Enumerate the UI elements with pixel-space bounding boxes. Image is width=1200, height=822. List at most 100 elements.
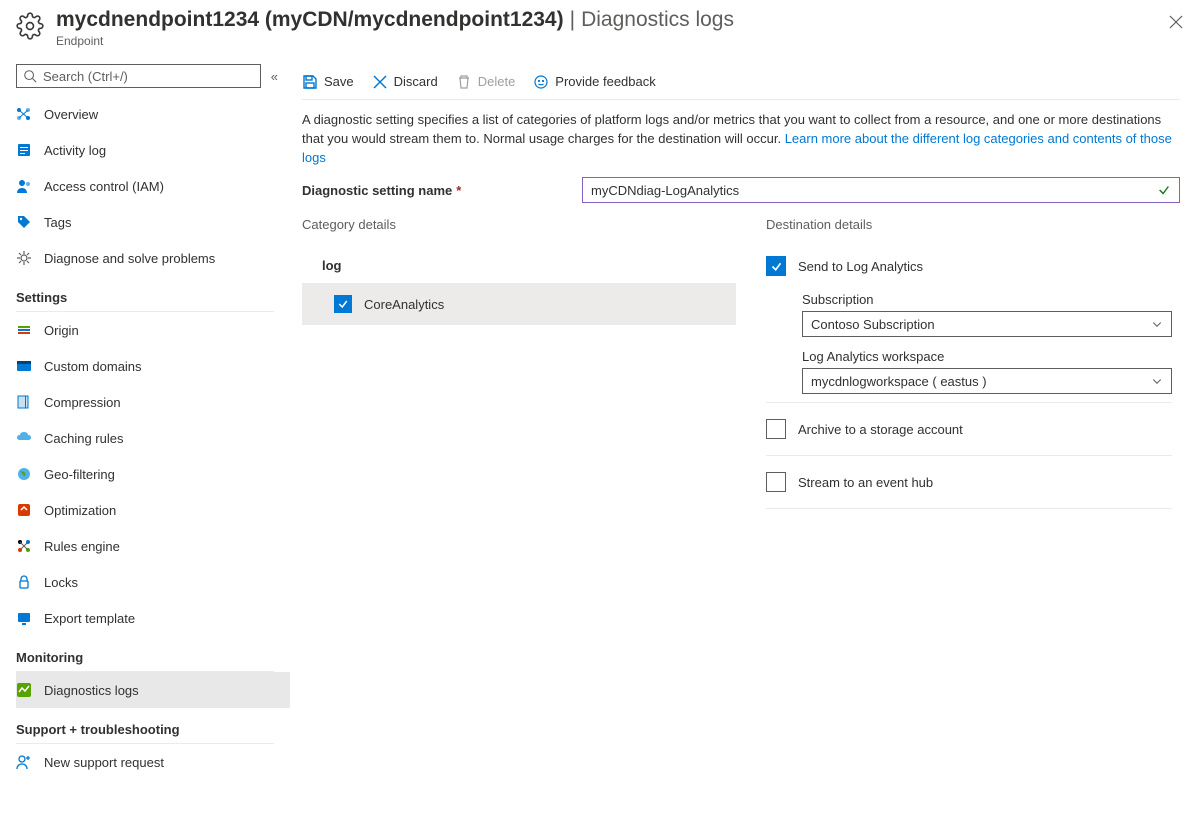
subscription-select[interactable]: Contoso Subscription — [802, 311, 1172, 337]
sidebar-item-diagnostics-logs[interactable]: Diagnostics logs — [16, 672, 290, 708]
sidebar-item-label: Activity log — [44, 143, 106, 158]
setting-name-input[interactable]: myCDNdiag-LogAnalytics — [582, 177, 1180, 203]
access-icon — [16, 178, 32, 194]
close-icon[interactable] — [1168, 14, 1184, 30]
stream-eventhub-label: Stream to an event hub — [798, 475, 933, 490]
geo-icon — [16, 466, 32, 482]
sidebar-item-tags[interactable]: Tags — [16, 204, 290, 240]
setting-name-label: Diagnostic setting name* — [302, 183, 582, 198]
origin-icon — [16, 322, 32, 338]
validation-check-icon — [1157, 183, 1171, 197]
domain-icon — [16, 358, 32, 374]
sidebar-item-label: Rules engine — [44, 539, 120, 554]
search-placeholder: Search (Ctrl+/) — [43, 69, 128, 84]
sidebar-item-label: Tags — [44, 215, 71, 230]
opt-icon — [16, 502, 32, 518]
export-icon — [16, 610, 32, 626]
sidebar-item-label: Export template — [44, 611, 135, 626]
rules-icon — [16, 538, 32, 554]
send-log-analytics-checkbox[interactable] — [766, 256, 786, 276]
destination-title: Destination details — [766, 217, 1172, 232]
sidebar-item-label: New support request — [44, 755, 164, 770]
workspace-select[interactable]: mycdnlogworkspace ( eastus ) — [802, 368, 1172, 394]
chevron-down-icon — [1151, 375, 1163, 387]
support-icon — [16, 754, 32, 770]
required-asterisk: * — [456, 183, 461, 198]
sidebar-item-compression[interactable]: Compression — [16, 384, 290, 420]
feedback-label: Provide feedback — [555, 74, 655, 89]
sidebar-item-custom-domains[interactable]: Custom domains — [16, 348, 290, 384]
activity-icon — [16, 142, 32, 158]
sidebar-item-export-template[interactable]: Export template — [16, 600, 290, 636]
feedback-icon — [533, 74, 549, 90]
discard-icon — [372, 74, 388, 90]
sidebar-item-label: Overview — [44, 107, 98, 122]
search-icon — [23, 69, 37, 83]
sidebar-item-label: Caching rules — [44, 431, 124, 446]
sidebar-item-activity-log[interactable]: Activity log — [16, 132, 290, 168]
save-icon — [302, 74, 318, 90]
gear-icon — [16, 12, 44, 40]
overview-icon — [16, 106, 32, 122]
description: A diagnostic setting specifies a list of… — [302, 110, 1180, 167]
feedback-button[interactable]: Provide feedback — [533, 74, 655, 90]
delete-button: Delete — [456, 74, 516, 90]
discard-label: Discard — [394, 74, 438, 89]
sidebar-item-label: Diagnose and solve problems — [44, 251, 215, 266]
log-item-label: CoreAnalytics — [364, 297, 444, 312]
tag-icon — [16, 214, 32, 230]
blade-name: Diagnostics logs — [581, 8, 734, 32]
send-log-analytics-label: Send to Log Analytics — [798, 259, 923, 274]
archive-storage-label: Archive to a storage account — [798, 422, 963, 437]
sidebar-item-locks[interactable]: Locks — [16, 564, 290, 600]
search-input[interactable]: Search (Ctrl+/) — [16, 64, 261, 88]
save-button[interactable]: Save — [302, 74, 354, 90]
chevron-down-icon — [1151, 318, 1163, 330]
sidebar-item-label: Custom domains — [44, 359, 142, 374]
cache-icon — [16, 430, 32, 446]
resource-type: Endpoint — [56, 34, 1168, 48]
page-title: mycdnendpoint1234 (myCDN/mycdnendpoint12… — [56, 8, 1168, 32]
collapse-sidebar-icon[interactable]: « — [271, 69, 278, 84]
section-support: Support + troubleshooting — [16, 722, 290, 737]
stream-eventhub-checkbox[interactable] — [766, 472, 786, 492]
sidebar-item-geo-filtering[interactable]: Geo-filtering — [16, 456, 290, 492]
sidebar-item-label: Origin — [44, 323, 79, 338]
archive-storage-checkbox[interactable] — [766, 419, 786, 439]
sidebar-item-caching-rules[interactable]: Caching rules — [16, 420, 290, 456]
workspace-value: mycdnlogworkspace ( eastus ) — [811, 374, 987, 389]
sidebar-item-origin[interactable]: Origin — [16, 312, 290, 348]
discard-button[interactable]: Discard — [372, 74, 438, 90]
diagnose-icon — [16, 250, 32, 266]
category-title: Category details — [302, 217, 736, 232]
sidebar-item-new-support-request[interactable]: New support request — [16, 744, 290, 780]
sidebar-item-label: Optimization — [44, 503, 116, 518]
sidebar-item-label: Access control (IAM) — [44, 179, 164, 194]
coreanalytics-checkbox[interactable] — [334, 295, 352, 313]
sidebar-item-label: Compression — [44, 395, 121, 410]
sidebar-item-rules-engine[interactable]: Rules engine — [16, 528, 290, 564]
delete-icon — [456, 74, 472, 90]
log-header: log — [302, 248, 736, 283]
sidebar-item-label: Diagnostics logs — [44, 683, 139, 698]
diag-icon — [16, 682, 32, 698]
title-separator: | — [570, 8, 575, 32]
subscription-label: Subscription — [802, 292, 1172, 307]
subscription-value: Contoso Subscription — [811, 317, 935, 332]
workspace-label: Log Analytics workspace — [802, 349, 1172, 364]
delete-label: Delete — [478, 74, 516, 89]
save-label: Save — [324, 74, 354, 89]
sidebar-item-optimization[interactable]: Optimization — [16, 492, 290, 528]
section-settings: Settings — [16, 290, 290, 305]
section-monitoring: Monitoring — [16, 650, 290, 665]
sidebar-item-diagnose-and-solve-problems[interactable]: Diagnose and solve problems — [16, 240, 290, 276]
sidebar-item-label: Geo-filtering — [44, 467, 115, 482]
compress-icon — [16, 394, 32, 410]
resource-name: mycdnendpoint1234 (myCDN/mycdnendpoint12… — [56, 8, 564, 32]
sidebar-item-access-control-iam-[interactable]: Access control (IAM) — [16, 168, 290, 204]
setting-name-value: myCDNdiag-LogAnalytics — [591, 183, 739, 198]
sidebar-item-label: Locks — [44, 575, 78, 590]
log-item-row[interactable]: CoreAnalytics — [302, 283, 736, 325]
sidebar-item-overview[interactable]: Overview — [16, 96, 290, 132]
lock-icon — [16, 574, 32, 590]
